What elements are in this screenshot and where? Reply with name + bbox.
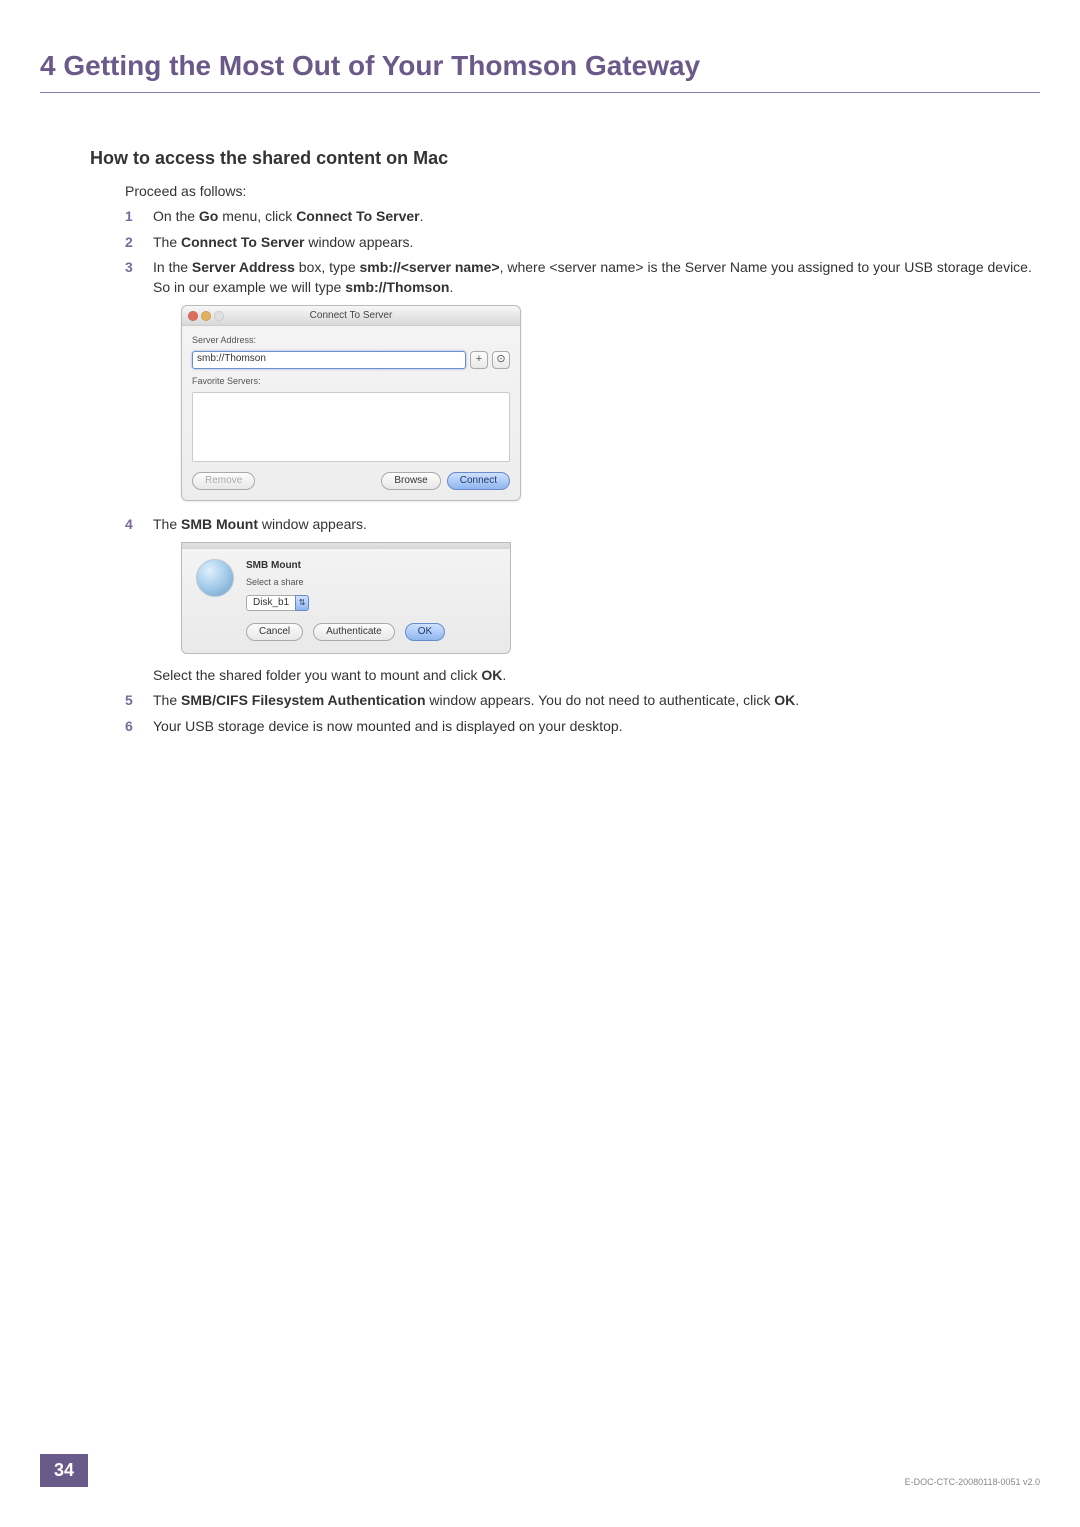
step-2: 2 The Connect To Server window appears. bbox=[125, 233, 1040, 253]
page-footer: 34 E-DOC-CTC-20080118-0051 v2.0 bbox=[0, 1454, 1080, 1487]
step-number: 6 bbox=[125, 717, 153, 737]
chapter-title-text: Getting the Most Out of Your Thomson Gat… bbox=[63, 50, 700, 81]
favorite-servers-list[interactable] bbox=[192, 392, 510, 462]
smb-mount-window: SMB Mount Select a share Disk_b1 ⇅ Cance… bbox=[181, 542, 511, 654]
section-title: How to access the shared content on Mac bbox=[90, 148, 1040, 169]
window-titlebar: Connect To Server bbox=[182, 306, 520, 326]
chevron-updown-icon: ⇅ bbox=[295, 595, 309, 611]
connect-button[interactable]: Connect bbox=[447, 472, 510, 490]
globe-icon bbox=[196, 559, 234, 597]
connect-to-server-window: Connect To Server Server Address: smb://… bbox=[181, 305, 521, 500]
step-number: 4 bbox=[125, 515, 153, 535]
steps-list: 1 On the Go menu, click Connect To Serve… bbox=[125, 207, 1040, 737]
step-number: 1 bbox=[125, 207, 153, 227]
smb-subtitle: Select a share bbox=[246, 576, 309, 589]
step-5: 5 The SMB/CIFS Filesystem Authentication… bbox=[125, 691, 1040, 711]
add-button[interactable]: + bbox=[470, 351, 488, 369]
step-number: 3 bbox=[125, 258, 153, 278]
server-address-input[interactable]: smb://Thomson bbox=[192, 351, 466, 369]
intro-text: Proceed as follows: bbox=[125, 183, 1040, 199]
document-id: E-DOC-CTC-20080118-0051 v2.0 bbox=[905, 1477, 1040, 1487]
share-value: Disk_b1 bbox=[246, 595, 295, 611]
cancel-button[interactable]: Cancel bbox=[246, 623, 303, 641]
share-select[interactable]: Disk_b1 ⇅ bbox=[246, 595, 309, 611]
favorite-servers-label: Favorite Servers: bbox=[192, 375, 510, 388]
clock-icon: ⊙ bbox=[496, 352, 505, 367]
chapter-number: 4 bbox=[40, 50, 56, 81]
step-3: 3 In the Server Address box, type smb://… bbox=[125, 258, 1040, 508]
history-button[interactable]: ⊙ bbox=[492, 351, 510, 369]
window-title: Connect To Server bbox=[182, 309, 520, 323]
server-address-label: Server Address: bbox=[192, 334, 510, 347]
page-number: 34 bbox=[40, 1454, 88, 1487]
ok-button[interactable]: OK bbox=[405, 623, 445, 641]
chapter-title: 4 Getting the Most Out of Your Thomson G… bbox=[40, 50, 1040, 93]
browse-button[interactable]: Browse bbox=[381, 472, 440, 490]
step-number: 2 bbox=[125, 233, 153, 253]
step-6: 6 Your USB storage device is now mounted… bbox=[125, 717, 1040, 737]
step-1: 1 On the Go menu, click Connect To Serve… bbox=[125, 207, 1040, 227]
remove-button[interactable]: Remove bbox=[192, 472, 255, 490]
smb-title: SMB Mount bbox=[246, 559, 309, 573]
step-number: 5 bbox=[125, 691, 153, 711]
step-4: 4 The SMB Mount window appears. SMB Moun… bbox=[125, 515, 1040, 686]
authenticate-button[interactable]: Authenticate bbox=[313, 623, 395, 641]
